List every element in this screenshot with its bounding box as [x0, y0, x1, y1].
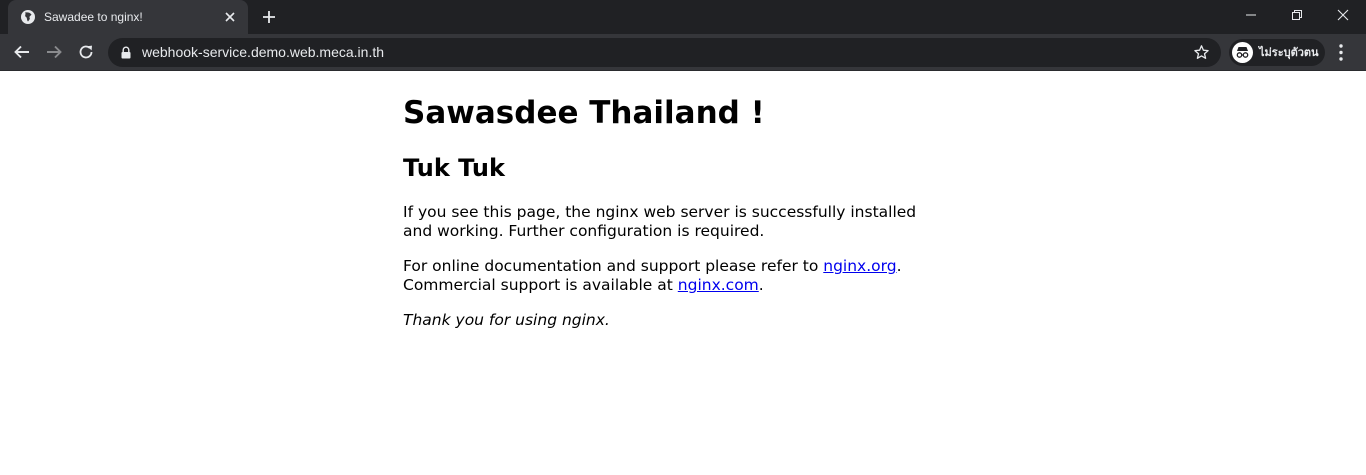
close-icon [1337, 9, 1349, 21]
arrow-left-icon [14, 45, 29, 59]
incognito-profile-button[interactable]: ไม่ระบุตัวตน [1229, 39, 1325, 66]
arrow-right-icon [47, 45, 62, 59]
support-paragraph: For online documentation and support ple… [403, 257, 923, 295]
support-text-3: Commercial support is available at [403, 276, 678, 294]
thanks-paragraph: Thank you for using nginx. [403, 311, 610, 329]
support-text-1: For online documentation and support ple… [403, 257, 824, 275]
address-bar[interactable]: webhook-service.demo.web.meca.in.th [108, 38, 1221, 67]
star-icon[interactable] [1193, 44, 1210, 61]
restore-button[interactable] [1274, 0, 1320, 30]
support-text-2: . [896, 257, 902, 275]
browser-titlebar: Sawadee to nginx! [0, 0, 1366, 34]
page-viewport: Sawasdee Thailand ! Tuk Tuk If you see t… [0, 71, 1366, 475]
close-tab-icon[interactable] [222, 9, 238, 25]
globe-icon [21, 10, 35, 24]
minimize-icon [1246, 14, 1256, 16]
reload-button[interactable] [73, 39, 99, 65]
minimize-button[interactable] [1228, 0, 1274, 30]
back-button[interactable] [9, 39, 35, 65]
reload-icon [79, 45, 93, 59]
intro-paragraph: If you see this page, the nginx web serv… [403, 203, 917, 240]
browser-tab[interactable]: Sawadee to nginx! [8, 0, 248, 34]
new-tab-icon[interactable] [260, 8, 278, 26]
page-subheading: Tuk Tuk [403, 154, 505, 182]
profile-label: ไม่ระบุตัวตน [1259, 46, 1319, 59]
page-heading: Sawasdee Thailand ! [403, 95, 765, 131]
browser-toolbar: webhook-service.demo.web.meca.in.th ไม่ร… [0, 34, 1366, 71]
forward-button[interactable] [41, 39, 67, 65]
url-text[interactable]: webhook-service.demo.web.meca.in.th [142, 44, 384, 61]
lock-icon[interactable] [120, 46, 132, 59]
nginx-org-link[interactable]: nginx.org [823, 257, 896, 275]
restore-icon [1292, 10, 1302, 20]
nginx-com-link[interactable]: nginx.com [678, 276, 759, 294]
support-text-4: . [758, 276, 764, 294]
close-window-button[interactable] [1320, 0, 1366, 30]
kebab-menu-icon[interactable] [1337, 43, 1345, 62]
tab-title: Sawadee to nginx! [44, 10, 143, 24]
incognito-icon [1232, 42, 1253, 63]
